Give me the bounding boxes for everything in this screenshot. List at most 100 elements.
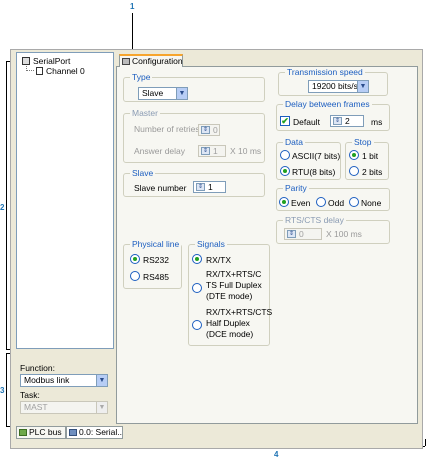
channel-tree-panel	[16, 52, 114, 349]
rts-cts-unit: X 100 ms	[326, 229, 362, 239]
stop-2bits-radio[interactable]	[349, 166, 359, 176]
rs232-label: RS232	[143, 255, 169, 265]
serial-icon	[69, 429, 77, 436]
parity-none-radio[interactable]	[349, 197, 359, 207]
default-checkbox-label: Default	[293, 117, 320, 127]
signals-rxtx-radio[interactable]	[192, 254, 202, 264]
parity-label: Parity	[283, 183, 309, 193]
function-select[interactable]: Modbus link ▼	[20, 374, 108, 387]
transmission-value: 19200 bits/s	[312, 81, 358, 91]
chevron-down-icon: ▼	[96, 375, 107, 386]
data-label: Data	[283, 137, 305, 147]
slave-number-value: 1	[208, 182, 213, 192]
tree-item-channel-0[interactable]: Channel 0	[36, 66, 85, 76]
signals-label: Signals	[195, 239, 227, 249]
tab-serial[interactable]: 0.0: Serial..	[66, 426, 123, 439]
chevron-down-icon: ▼	[357, 81, 368, 92]
spinner-arrows-icon: ⇕	[333, 117, 342, 125]
spinner-arrows-icon: ⇕	[196, 183, 205, 191]
frames-delay-label: Delay between frames	[283, 99, 372, 109]
tab-serial-label: 0.0: Serial..	[79, 427, 122, 437]
stop-1bit-label: 1 bit	[362, 151, 379, 161]
tree-child-label: Channel 0	[46, 66, 85, 76]
task-value: MAST	[24, 402, 48, 412]
rts-cts-label: RTS/CTS delay	[283, 215, 346, 225]
signals-full-duplex-line2: TS Full Duplex	[206, 280, 262, 290]
parity-odd-radio[interactable]	[316, 197, 326, 207]
tree-connector	[26, 66, 34, 71]
retries-value: 0	[213, 125, 218, 135]
slave-group-label: Slave	[130, 168, 156, 178]
chevron-down-icon: ▼	[176, 88, 187, 99]
stop-2bits-label: 2 bits	[362, 167, 383, 177]
tree-item-serialport[interactable]: SerialPort	[22, 56, 70, 66]
callout-1: 1	[130, 2, 135, 11]
transmission-label: Transmission speed	[285, 67, 365, 77]
signals-full-duplex-line1: RX/TX+RTS/C	[206, 269, 262, 279]
signals-rxtx-label: RX/TX	[206, 255, 232, 265]
task-label: Task:	[20, 390, 40, 400]
callout-2-bracket	[6, 61, 7, 349]
signals-half-duplex-line3: (DCE mode)	[206, 329, 254, 339]
spinner-arrows-icon: ⇕	[201, 147, 210, 155]
rtu-label: RTU(8 bits)	[292, 167, 336, 177]
signals-full-duplex-radio[interactable]	[192, 283, 202, 293]
parity-even-radio[interactable]	[279, 197, 289, 207]
rts-cts-value: 0	[299, 229, 304, 239]
tab-plc-bus[interactable]: PLC bus	[16, 426, 66, 439]
callout-3: 3	[0, 386, 5, 395]
ascii-label: ASCII(7 bits)	[292, 151, 341, 161]
tab-configuration-label: Configuration	[132, 56, 183, 66]
tree-root-label: SerialPort	[33, 56, 71, 66]
rs232-radio[interactable]	[130, 254, 140, 264]
retries-label: Number of retries	[134, 124, 200, 134]
default-checkbox[interactable]: ✔	[280, 116, 290, 126]
parity-none-label: None	[361, 198, 382, 208]
type-group-label: Type	[130, 72, 153, 82]
callout-4-bracket-right	[425, 439, 426, 446]
rts-cts-spinner[interactable]: ⇕ 0	[284, 228, 322, 240]
signals-half-duplex-line2: Half Duplex	[206, 318, 250, 328]
signals-full-duplex-line3: (DTE mode)	[206, 291, 253, 301]
rs485-radio[interactable]	[130, 271, 140, 281]
tab-configuration[interactable]: Configuration	[119, 54, 183, 67]
answer-delay-unit: X 10 ms	[230, 146, 262, 156]
parity-even-label: Even	[291, 198, 311, 208]
plc-bus-icon	[19, 429, 27, 436]
task-select[interactable]: MAST ▼	[20, 401, 108, 414]
rtu-radio[interactable]	[280, 166, 290, 176]
transmission-select[interactable]: 19200 bits/s ▼	[308, 80, 369, 93]
answer-delay-spinner[interactable]: ⇕ 1	[198, 145, 226, 157]
frames-delay-unit: ms	[371, 117, 383, 127]
callout-4: 4	[274, 450, 279, 459]
spinner-arrows-icon: ⇕	[201, 126, 210, 134]
answer-delay-label: Answer delay	[134, 146, 186, 156]
configuration-icon	[122, 58, 130, 65]
chevron-down-icon: ▼	[96, 402, 107, 413]
function-label: Function:	[20, 363, 55, 373]
type-select[interactable]: Slave ▼	[138, 87, 188, 100]
frames-delay-value: 2	[345, 116, 350, 126]
callout-2: 2	[0, 203, 5, 212]
answer-delay-value: 1	[213, 146, 218, 156]
type-value: Slave	[142, 88, 164, 98]
physical-line-group: Physical line	[123, 239, 182, 289]
stop-1bit-radio[interactable]	[349, 150, 359, 160]
signals-half-duplex-radio[interactable]	[192, 320, 202, 330]
signals-half-duplex-line1: RX/TX+RTS/CTS	[206, 307, 273, 317]
frames-delay-spinner[interactable]: ⇕ 2	[330, 115, 364, 127]
ascii-radio[interactable]	[280, 150, 290, 160]
slave-number-label: Slave number	[134, 183, 187, 193]
stop-label: Stop	[352, 137, 374, 147]
callout-3-bracket	[6, 353, 7, 426]
channel-icon	[36, 67, 43, 75]
serialport-icon	[22, 57, 30, 65]
spinner-arrows-icon: ⇕	[287, 230, 296, 238]
retries-spinner[interactable]: ⇕ 0	[198, 124, 220, 136]
tab-plc-bus-label: PLC bus	[29, 427, 62, 437]
physical-line-label: Physical line	[130, 239, 182, 249]
parity-odd-label: Odd	[328, 198, 345, 208]
slave-number-spinner[interactable]: ⇕ 1	[193, 181, 226, 193]
master-group-label: Master	[130, 108, 160, 118]
rs485-label: RS485	[143, 272, 169, 282]
